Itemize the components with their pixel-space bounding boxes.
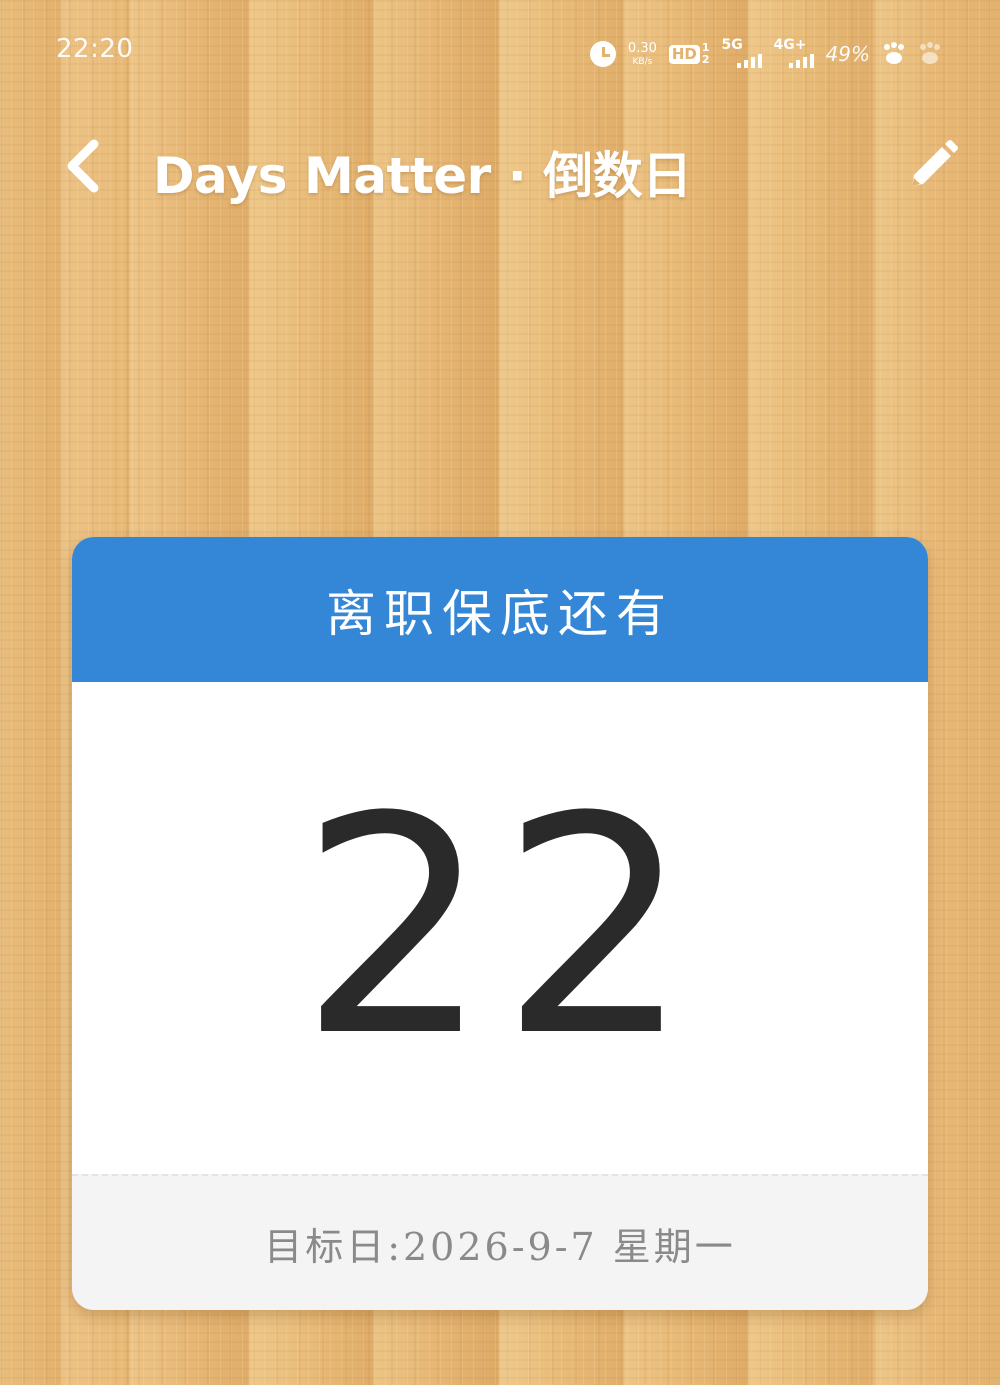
net-speed-value: 0.30 xyxy=(627,40,657,56)
status-time: 22:20 xyxy=(56,34,134,64)
event-label: 离职保底还有 xyxy=(326,584,674,643)
title-bar: Days Matter · 倒数日 xyxy=(0,120,1000,220)
countdown-card[interactable]: 离职保底还有 22 目标日:2026-9-7 星期一 xyxy=(72,537,928,1310)
card-body: 22 xyxy=(72,682,928,1174)
edit-button[interactable] xyxy=(900,134,964,198)
signal-4g-label: 4G+ xyxy=(773,37,807,53)
net-speed-unit: KB/s xyxy=(632,56,653,67)
status-bar: 22:20 0.30 KB/s HD 1 2 5G 4G+ 49% xyxy=(0,0,1000,100)
hd-bottom: 2 xyxy=(701,53,710,66)
card-footer: 目标日:2026-9-7 星期一 xyxy=(72,1174,928,1310)
net-speed: 0.30 KB/s xyxy=(628,42,657,67)
alarm-icon xyxy=(589,41,616,67)
signal-5g-label: 5G xyxy=(721,37,743,53)
hd-label: HD xyxy=(668,44,700,64)
card-header: 离职保底还有 xyxy=(72,537,928,682)
battery-level: 49% xyxy=(825,42,870,66)
page-title: Days Matter · 倒数日 xyxy=(153,147,692,205)
signal-5g-icon: 5G xyxy=(722,38,762,70)
back-button[interactable] xyxy=(52,134,116,198)
paw-icon xyxy=(918,42,942,66)
chevron-left-icon xyxy=(67,139,99,193)
pencil-icon xyxy=(912,140,958,186)
hd-icon: HD 1 2 xyxy=(668,42,710,66)
target-date: 目标日:2026-9-7 星期一 xyxy=(264,1224,736,1269)
signal-4g-icon: 4G+ xyxy=(774,38,814,70)
paw-icon xyxy=(882,42,906,66)
days-remaining: 22 xyxy=(299,753,701,1102)
status-icons: 0.30 KB/s HD 1 2 5G 4G+ 49% xyxy=(589,36,942,72)
